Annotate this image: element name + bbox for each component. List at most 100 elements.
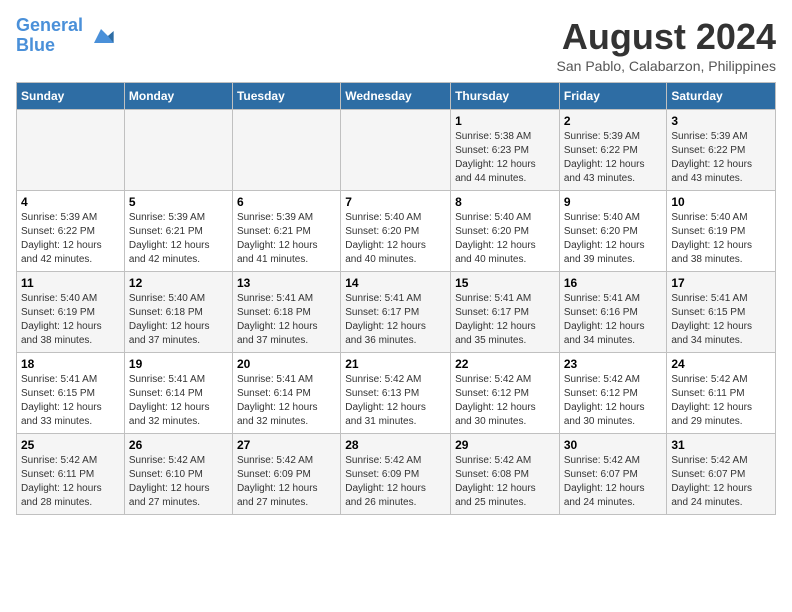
calendar-cell: 18 Sunrise: 5:41 AM Sunset: 6:15 PM Dayli… [17, 353, 125, 434]
day-info: Sunrise: 5:42 AM Sunset: 6:11 PM Dayligh… [21, 454, 120, 510]
day-info: Sunrise: 5:41 AM Sunset: 6:14 PM Dayligh… [237, 373, 336, 429]
day-info: Sunrise: 5:42 AM Sunset: 6:09 PM Dayligh… [237, 454, 336, 510]
calendar-week-3: 11Sunrise: 5:40 AM Sunset: 6:19 PM Dayli… [17, 272, 776, 353]
day-number: 19 [129, 357, 228, 371]
day-number: 6 [237, 195, 336, 209]
calendar-body: 1Sunrise: 5:38 AM Sunset: 6:23 PM Daylig… [17, 110, 776, 515]
calendar-cell: 16 Sunrise: 5:41 AM Sunset: 6:16 PM Dayli… [559, 272, 667, 353]
day-number: 4 [21, 195, 120, 209]
day-number: 24 [671, 357, 771, 371]
day-info: Sunrise: 5:40 AM Sunset: 6:19 PM Dayligh… [21, 292, 120, 348]
day-info: Sunrise: 5:40 AM Sunset: 6:20 PM Dayligh… [455, 211, 555, 267]
day-info: Sunrise: 5:39 AM Sunset: 6:21 PM Dayligh… [129, 211, 228, 267]
calendar-cell: 17Sunrise: 5:41 AM Sunset: 6:15 PM Dayli… [667, 272, 776, 353]
calendar-cell: 5 Sunrise: 5:39 AM Sunset: 6:21 PM Daylig… [124, 191, 232, 272]
calendar-cell [124, 110, 232, 191]
header-saturday: Saturday [667, 83, 776, 110]
logo-text: GeneralBlue [16, 16, 83, 56]
calendar-cell: 20 Sunrise: 5:41 AM Sunset: 6:14 PM Dayli… [232, 353, 340, 434]
page-header: GeneralBlue August 2024 San Pablo, Calab… [16, 16, 776, 74]
day-number: 31 [671, 438, 771, 452]
day-info: Sunrise: 5:39 AM Sunset: 6:21 PM Dayligh… [237, 211, 336, 267]
calendar-week-1: 1Sunrise: 5:38 AM Sunset: 6:23 PM Daylig… [17, 110, 776, 191]
day-info: Sunrise: 5:40 AM Sunset: 6:20 PM Dayligh… [564, 211, 663, 267]
day-number: 30 [564, 438, 663, 452]
day-number: 12 [129, 276, 228, 290]
day-info: Sunrise: 5:42 AM Sunset: 6:10 PM Dayligh… [129, 454, 228, 510]
calendar-week-4: 18 Sunrise: 5:41 AM Sunset: 6:15 PM Dayli… [17, 353, 776, 434]
day-number: 14 [345, 276, 446, 290]
header-row: Sunday Monday Tuesday Wednesday Thursday… [17, 83, 776, 110]
calendar-cell [17, 110, 125, 191]
title-block: August 2024 San Pablo, Calabarzon, Phili… [557, 16, 776, 74]
day-number: 5 [129, 195, 228, 209]
day-info: Sunrise: 5:39 AM Sunset: 6:22 PM Dayligh… [21, 211, 120, 267]
day-number: 25 [21, 438, 120, 452]
day-number: 21 [345, 357, 446, 371]
calendar-cell: 2Sunrise: 5:39 AM Sunset: 6:22 PM Daylig… [559, 110, 667, 191]
calendar-cell: 21Sunrise: 5:42 AM Sunset: 6:13 PM Dayli… [341, 353, 451, 434]
day-info: Sunrise: 5:42 AM Sunset: 6:09 PM Dayligh… [345, 454, 446, 510]
day-number: 15 [455, 276, 555, 290]
header-sunday: Sunday [17, 83, 125, 110]
day-info: Sunrise: 5:42 AM Sunset: 6:07 PM Dayligh… [564, 454, 663, 510]
calendar-cell: 28 Sunrise: 5:42 AM Sunset: 6:09 PM Dayli… [341, 434, 451, 515]
day-info: Sunrise: 5:42 AM Sunset: 6:07 PM Dayligh… [671, 454, 771, 510]
day-number: 23 [564, 357, 663, 371]
calendar-cell [232, 110, 340, 191]
day-info: Sunrise: 5:41 AM Sunset: 6:18 PM Dayligh… [237, 292, 336, 348]
day-number: 18 [21, 357, 120, 371]
location-subtitle: San Pablo, Calabarzon, Philippines [557, 58, 776, 74]
header-wednesday: Wednesday [341, 83, 451, 110]
calendar-cell: 15 Sunrise: 5:41 AM Sunset: 6:17 PM Dayli… [451, 272, 560, 353]
calendar-cell: 24 Sunrise: 5:42 AM Sunset: 6:11 PM Dayli… [667, 353, 776, 434]
day-number: 22 [455, 357, 555, 371]
day-number: 29 [455, 438, 555, 452]
day-info: Sunrise: 5:41 AM Sunset: 6:17 PM Dayligh… [345, 292, 446, 348]
calendar-cell: 29 Sunrise: 5:42 AM Sunset: 6:08 PM Dayli… [451, 434, 560, 515]
calendar-cell: 14 Sunrise: 5:41 AM Sunset: 6:17 PM Dayli… [341, 272, 451, 353]
day-number: 16 [564, 276, 663, 290]
day-number: 20 [237, 357, 336, 371]
calendar-cell: 1Sunrise: 5:38 AM Sunset: 6:23 PM Daylig… [451, 110, 560, 191]
logo: GeneralBlue [16, 16, 115, 56]
main-title: August 2024 [557, 16, 776, 58]
calendar-cell: 23 Sunrise: 5:42 AM Sunset: 6:12 PM Dayli… [559, 353, 667, 434]
header-monday: Monday [124, 83, 232, 110]
calendar-cell: 31 Sunrise: 5:42 AM Sunset: 6:07 PM Dayli… [667, 434, 776, 515]
calendar-cell: 22Sunrise: 5:42 AM Sunset: 6:12 PM Dayli… [451, 353, 560, 434]
day-info: Sunrise: 5:40 AM Sunset: 6:19 PM Dayligh… [671, 211, 771, 267]
calendar-header: Sunday Monday Tuesday Wednesday Thursday… [17, 83, 776, 110]
day-number: 9 [564, 195, 663, 209]
calendar-cell: 13 Sunrise: 5:41 AM Sunset: 6:18 PM Dayli… [232, 272, 340, 353]
calendar-cell: 10Sunrise: 5:40 AM Sunset: 6:19 PM Dayli… [667, 191, 776, 272]
day-info: Sunrise: 5:39 AM Sunset: 6:22 PM Dayligh… [671, 130, 771, 186]
day-info: Sunrise: 5:41 AM Sunset: 6:17 PM Dayligh… [455, 292, 555, 348]
calendar-week-2: 4 Sunrise: 5:39 AM Sunset: 6:22 PM Daylig… [17, 191, 776, 272]
day-number: 3 [671, 114, 771, 128]
day-number: 8 [455, 195, 555, 209]
day-number: 13 [237, 276, 336, 290]
calendar-cell: 9 Sunrise: 5:40 AM Sunset: 6:20 PM Daylig… [559, 191, 667, 272]
calendar-cell: 4 Sunrise: 5:39 AM Sunset: 6:22 PM Daylig… [17, 191, 125, 272]
header-tuesday: Tuesday [232, 83, 340, 110]
calendar-cell: 8 Sunrise: 5:40 AM Sunset: 6:20 PM Daylig… [451, 191, 560, 272]
day-number: 26 [129, 438, 228, 452]
calendar-cell: 3 Sunrise: 5:39 AM Sunset: 6:22 PM Daylig… [667, 110, 776, 191]
day-info: Sunrise: 5:42 AM Sunset: 6:08 PM Dayligh… [455, 454, 555, 510]
calendar-week-5: 25 Sunrise: 5:42 AM Sunset: 6:11 PM Dayli… [17, 434, 776, 515]
day-info: Sunrise: 5:41 AM Sunset: 6:16 PM Dayligh… [564, 292, 663, 348]
calendar-cell: 27 Sunrise: 5:42 AM Sunset: 6:09 PM Dayli… [232, 434, 340, 515]
day-info: Sunrise: 5:42 AM Sunset: 6:12 PM Dayligh… [564, 373, 663, 429]
day-info: Sunrise: 5:41 AM Sunset: 6:15 PM Dayligh… [21, 373, 120, 429]
calendar-cell: 25 Sunrise: 5:42 AM Sunset: 6:11 PM Dayli… [17, 434, 125, 515]
day-number: 28 [345, 438, 446, 452]
calendar-cell: 6 Sunrise: 5:39 AM Sunset: 6:21 PM Daylig… [232, 191, 340, 272]
day-number: 17 [671, 276, 771, 290]
day-info: Sunrise: 5:42 AM Sunset: 6:11 PM Dayligh… [671, 373, 771, 429]
header-friday: Friday [559, 83, 667, 110]
calendar-cell: 19Sunrise: 5:41 AM Sunset: 6:14 PM Dayli… [124, 353, 232, 434]
day-number: 2 [564, 114, 663, 128]
day-number: 27 [237, 438, 336, 452]
calendar-cell: 30 Sunrise: 5:42 AM Sunset: 6:07 PM Dayli… [559, 434, 667, 515]
